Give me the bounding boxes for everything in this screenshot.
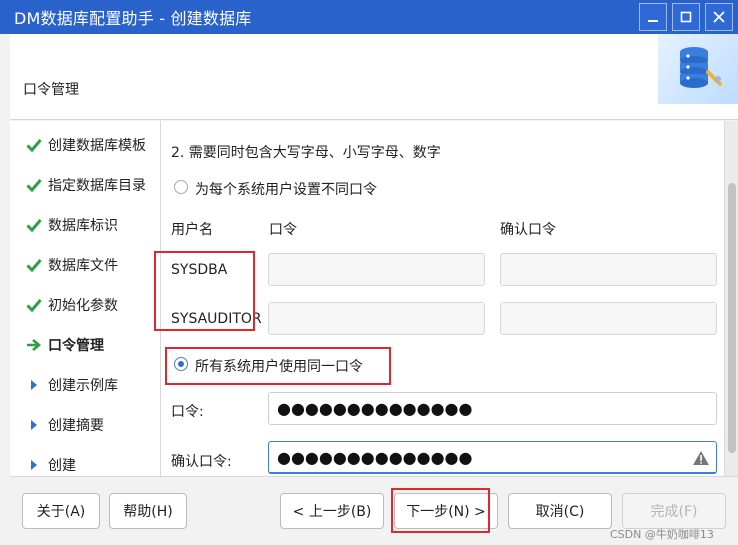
step-create: 创建	[26, 453, 76, 476]
step-label: 口令管理	[48, 338, 104, 354]
step-db-identity: 数据库标识	[26, 213, 118, 237]
maximize-icon	[680, 11, 692, 23]
check-icon	[26, 259, 42, 272]
warning-icon	[692, 450, 710, 470]
close-button[interactable]	[705, 3, 733, 31]
database-logo-icon	[658, 34, 738, 104]
password-input[interactable]: ●●●●●●●●●●●●●●	[268, 392, 717, 425]
radio-different-passwords[interactable]	[174, 180, 188, 194]
step-summary: 创建摘要	[26, 413, 104, 437]
confirm-password-input[interactable]: ●●●●●●●●●●●●●●	[268, 441, 717, 474]
password-label: 口令:	[171, 404, 204, 420]
previous-button[interactable]: < 上一步(B)	[280, 493, 384, 529]
username-sysauditor: SYSAUDITOR	[171, 311, 262, 327]
triangle-right-icon	[31, 380, 37, 390]
page-section-title: 口令管理	[23, 82, 79, 98]
step-label: 创建示例库	[48, 378, 118, 394]
wizard-steps: 创建数据库模板 指定数据库目录 数据库标识 数据库文件 初始化参数 口令管理 创…	[10, 121, 161, 476]
step-label: 创建摘要	[48, 418, 104, 434]
step-db-files: 数据库文件	[26, 253, 118, 277]
watermark-text: CSDN @牛奶咖啡13	[610, 528, 714, 541]
step-label: 数据库文件	[48, 258, 118, 274]
step-label: 数据库标识	[48, 218, 118, 234]
cancel-button[interactable]: 取消(C)	[508, 493, 612, 529]
radio-different-label: 为每个系统用户设置不同口令	[195, 182, 377, 198]
vertical-scrollbar[interactable]	[724, 121, 738, 476]
step-label: 初始化参数	[48, 298, 118, 314]
step-label: 指定数据库目录	[48, 178, 146, 194]
confirm-password-label: 确认口令:	[171, 454, 232, 470]
next-button[interactable]: 下一步(N) >	[394, 493, 498, 529]
sysauditor-password-field[interactable]	[268, 302, 485, 335]
step-init-params: 初始化参数	[26, 293, 118, 317]
step-create-template: 创建数据库模板	[26, 133, 146, 157]
step-sample-db: 创建示例库	[26, 373, 118, 397]
check-icon	[26, 139, 42, 152]
close-icon	[713, 11, 725, 23]
maximize-button[interactable]	[672, 3, 700, 31]
scrollbar-thumb[interactable]	[728, 183, 736, 453]
step-label: 创建数据库模板	[48, 138, 146, 154]
title-bar: DM数据库配置助手 - 创建数据库	[0, 0, 738, 34]
wizard-header: 口令管理	[10, 34, 738, 120]
sysdba-password-field[interactable]	[268, 253, 485, 286]
check-icon	[26, 219, 42, 232]
step-password-management: 口令管理	[26, 333, 104, 357]
radio-same-password[interactable]	[174, 357, 188, 371]
check-icon	[26, 179, 42, 192]
column-password: 口令	[269, 222, 297, 238]
radio-same-label: 所有系统用户使用同一口令	[195, 359, 363, 375]
triangle-right-icon	[31, 420, 37, 430]
minimize-button[interactable]	[639, 3, 667, 31]
step-db-directory: 指定数据库目录	[26, 173, 146, 197]
window-title: DM数据库配置助手 - 创建数据库	[14, 9, 252, 28]
step-label: 创建	[48, 458, 76, 474]
finish-button[interactable]: 完成(F)	[622, 493, 726, 529]
sysdba-confirm-field[interactable]	[500, 253, 717, 286]
username-sysdba: SYSDBA	[171, 262, 228, 278]
password-panel: 2. 需要同时包含大写字母、小写字母、数字 为每个系统用户设置不同口令 用户名 …	[161, 121, 724, 476]
column-username: 用户名	[171, 222, 213, 238]
sysauditor-confirm-field[interactable]	[500, 302, 717, 335]
about-button[interactable]: 关于(A)	[22, 493, 100, 529]
arrow-right-icon	[27, 339, 42, 351]
minimize-icon	[648, 20, 658, 22]
password-rule-text: 2. 需要同时包含大写字母、小写字母、数字	[171, 145, 441, 161]
column-confirm: 确认口令	[500, 222, 556, 238]
check-icon	[26, 299, 42, 312]
help-button[interactable]: 帮助(H)	[109, 493, 187, 529]
triangle-right-icon	[31, 460, 37, 470]
